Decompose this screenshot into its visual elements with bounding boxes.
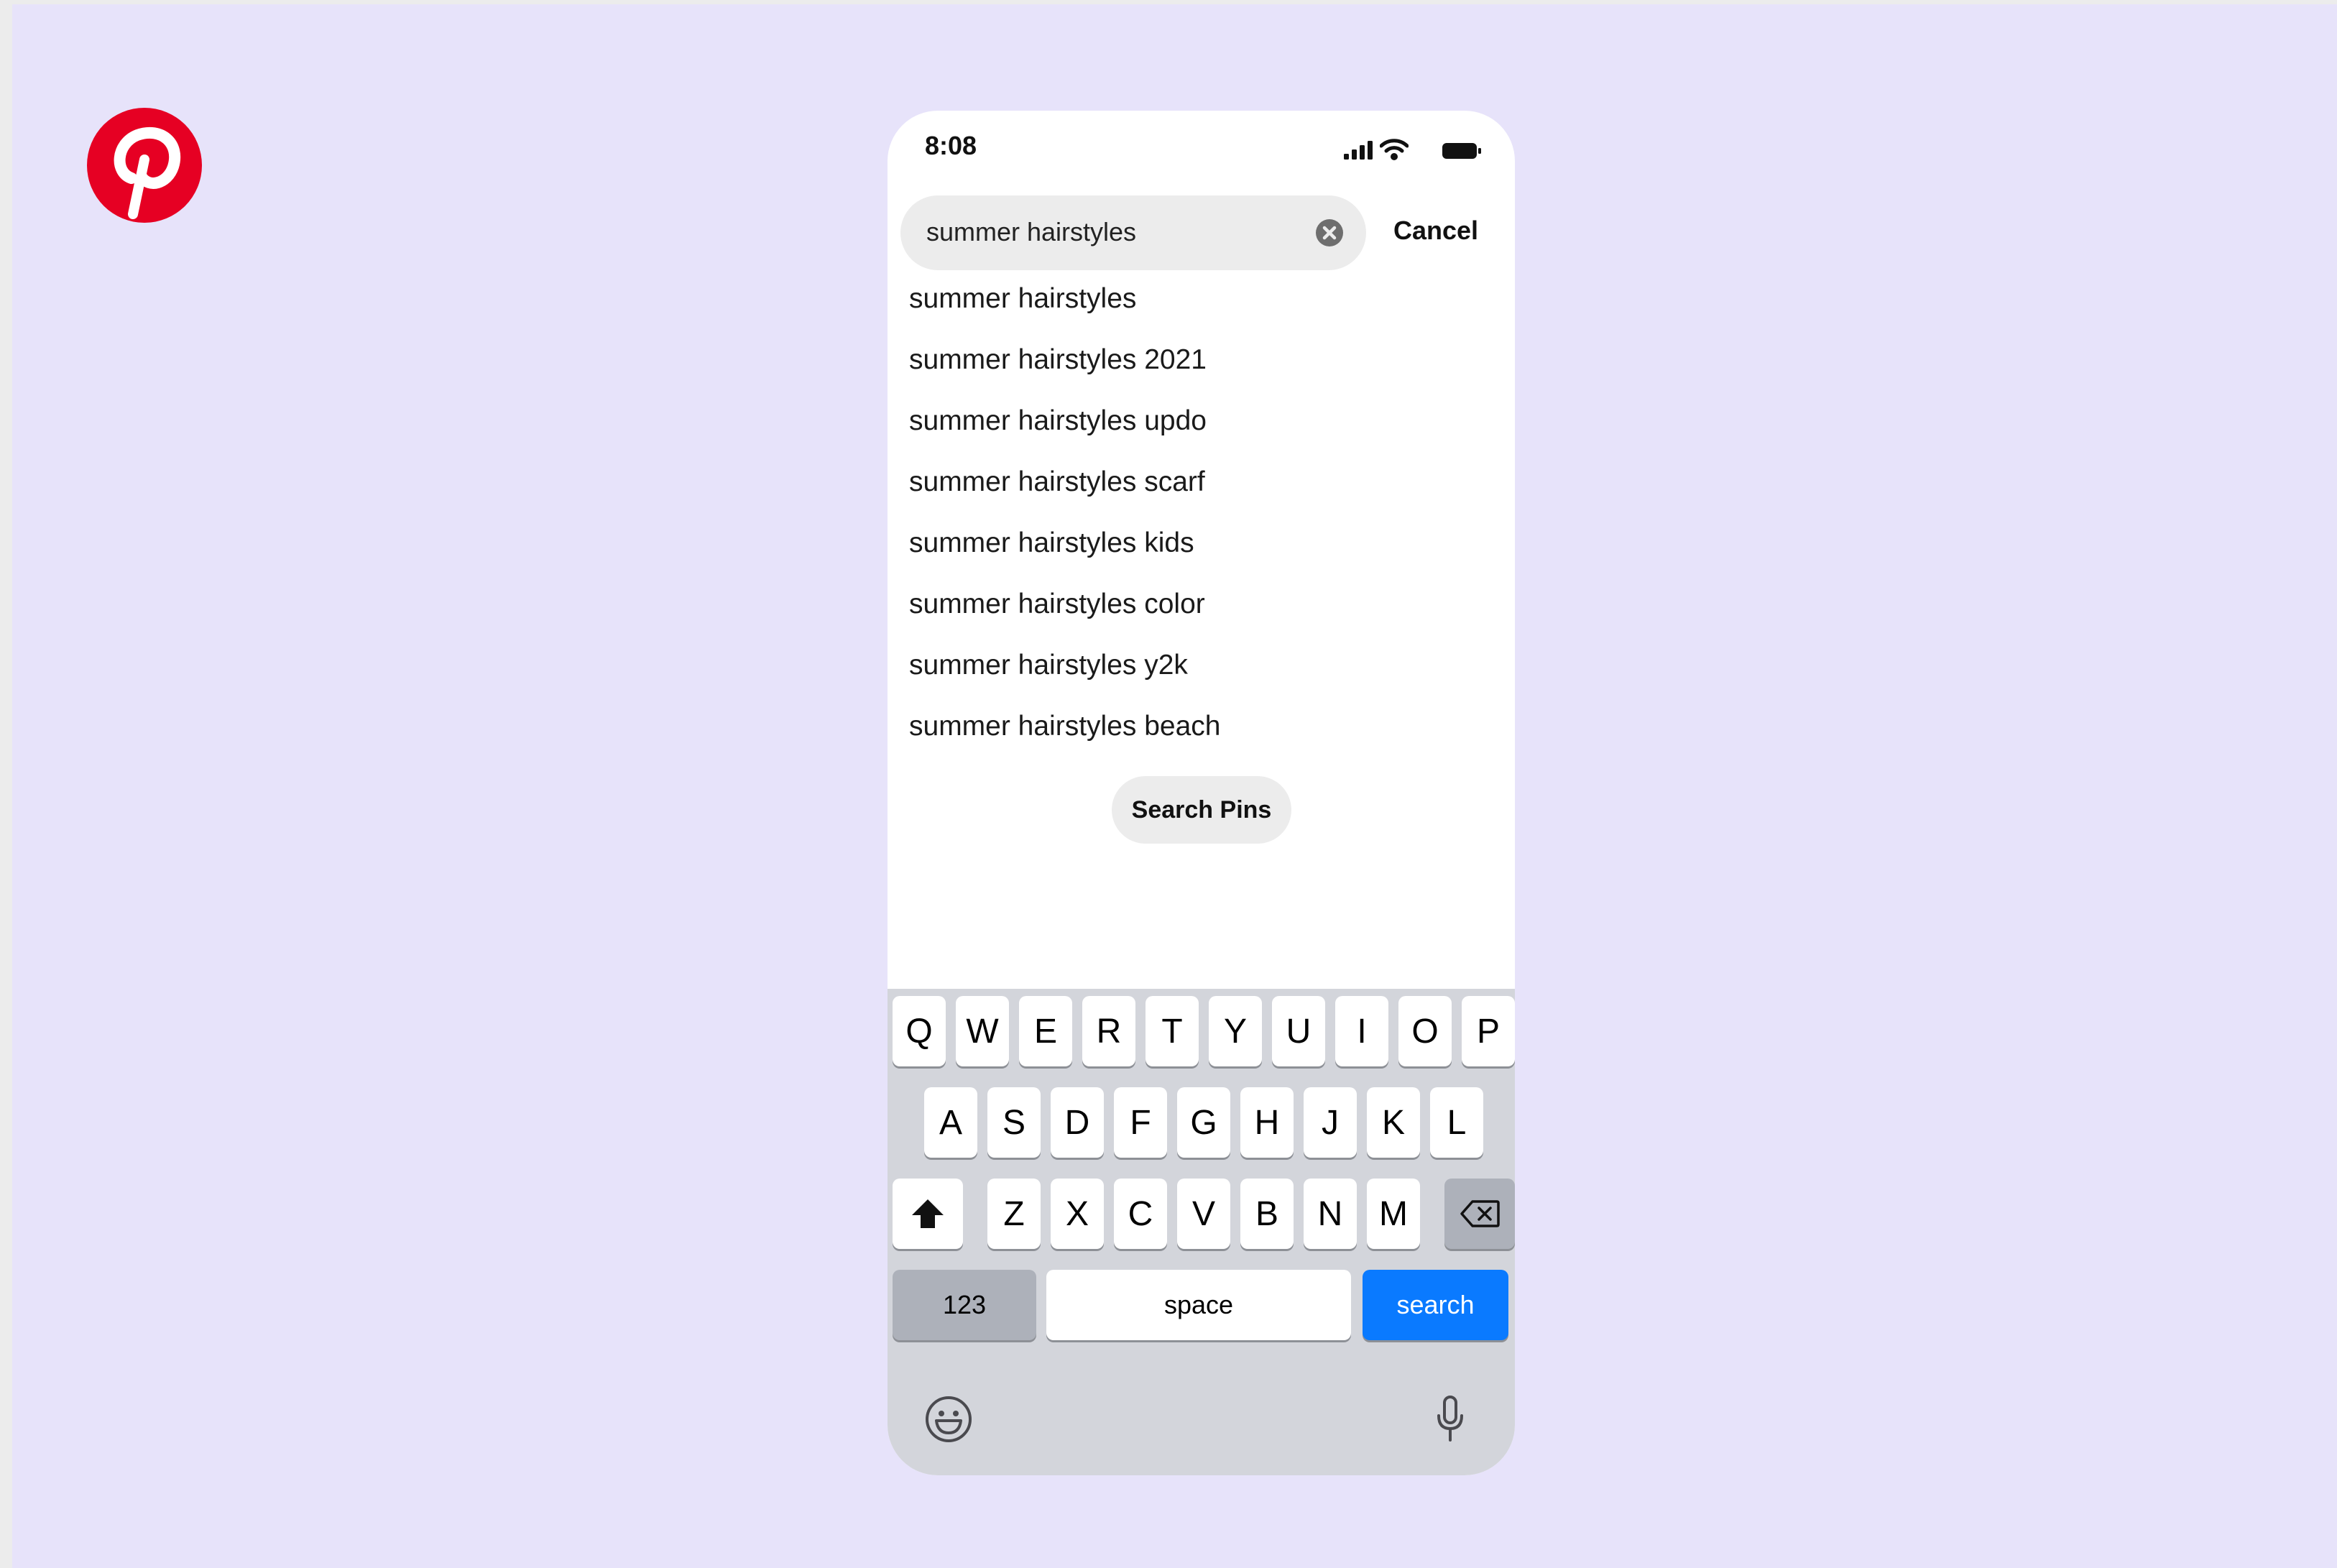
cellular-signal-icon	[1344, 141, 1373, 160]
key-n[interactable]: N	[1304, 1179, 1357, 1249]
status-icons	[1338, 137, 1482, 165]
key-p[interactable]: P	[1462, 996, 1515, 1066]
phone-screen: 8:08 summer hairstyles Cancel summer hai…	[888, 111, 1515, 1475]
key-i[interactable]: I	[1335, 996, 1388, 1066]
key-x[interactable]: X	[1051, 1179, 1104, 1249]
search-key[interactable]: search	[1363, 1270, 1508, 1340]
key-e[interactable]: E	[1019, 996, 1072, 1066]
status-bar: 8:08	[888, 111, 1515, 183]
key-s[interactable]: S	[987, 1087, 1041, 1158]
key-a[interactable]: A	[924, 1087, 977, 1158]
page-background: 8:08 summer hairstyles Cancel summer hai…	[12, 4, 2337, 1568]
key-y[interactable]: Y	[1209, 996, 1262, 1066]
key-w[interactable]: W	[956, 996, 1009, 1066]
suggestion-item[interactable]: summer hairstyles	[909, 280, 1221, 341]
cancel-button[interactable]: Cancel	[1393, 216, 1478, 246]
search-input[interactable]: summer hairstyles	[900, 195, 1366, 270]
numbers-key[interactable]: 123	[893, 1270, 1036, 1340]
wifi-icon	[1380, 139, 1409, 160]
keyboard: Q W E R T Y U I O P A S D F G H J K L Z …	[888, 989, 1515, 1475]
key-g[interactable]: G	[1177, 1087, 1230, 1158]
key-k[interactable]: K	[1367, 1087, 1420, 1158]
microphone-icon[interactable]	[1436, 1396, 1465, 1443]
status-time: 8:08	[925, 131, 977, 160]
key-d[interactable]: D	[1051, 1087, 1104, 1158]
key-z[interactable]: Z	[987, 1179, 1041, 1249]
suggestion-item[interactable]: summer hairstyles color	[909, 586, 1221, 647]
delete-key[interactable]	[1444, 1179, 1515, 1249]
key-v[interactable]: V	[1177, 1179, 1230, 1249]
key-o[interactable]: O	[1398, 996, 1452, 1066]
suggestion-item[interactable]: summer hairstyles 2021	[909, 341, 1221, 402]
key-j[interactable]: J	[1304, 1087, 1357, 1158]
key-t[interactable]: T	[1146, 996, 1199, 1066]
emoji-icon[interactable]	[925, 1396, 972, 1443]
search-input-value: summer hairstyles	[926, 217, 1137, 246]
shift-key[interactable]	[893, 1179, 963, 1249]
space-key[interactable]: space	[1046, 1270, 1351, 1340]
key-h[interactable]: H	[1240, 1087, 1294, 1158]
key-l[interactable]: L	[1430, 1087, 1483, 1158]
key-u[interactable]: U	[1272, 996, 1325, 1066]
pinterest-logo-icon	[87, 108, 202, 223]
search-pins-button[interactable]: Search Pins	[1112, 776, 1291, 844]
suggestion-item[interactable]: summer hairstyles beach	[909, 708, 1221, 769]
key-m[interactable]: M	[1367, 1179, 1420, 1249]
key-b[interactable]: B	[1240, 1179, 1294, 1249]
key-c[interactable]: C	[1114, 1179, 1167, 1249]
key-r[interactable]: R	[1082, 996, 1135, 1066]
suggestion-item[interactable]: summer hairstyles scarf	[909, 464, 1221, 525]
clear-circle-icon[interactable]	[1316, 219, 1343, 246]
backspace-icon	[1460, 1200, 1500, 1227]
suggestion-item[interactable]: summer hairstyles updo	[909, 402, 1221, 464]
suggestion-list: summer hairstyles summer hairstyles 2021…	[909, 280, 1221, 769]
shift-arrow-icon	[912, 1199, 944, 1228]
key-q[interactable]: Q	[893, 996, 946, 1066]
key-f[interactable]: F	[1114, 1087, 1167, 1158]
suggestion-item[interactable]: summer hairstyles kids	[909, 525, 1221, 586]
suggestion-item[interactable]: summer hairstyles y2k	[909, 647, 1221, 708]
battery-icon	[1442, 143, 1481, 159]
